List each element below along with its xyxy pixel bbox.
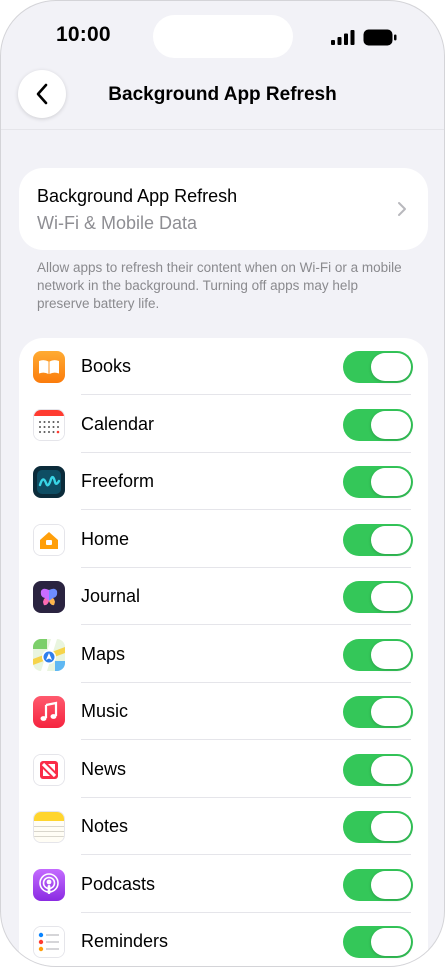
app-label: Books bbox=[81, 356, 132, 376]
setting-value: Wi-Fi & Mobile Data bbox=[37, 213, 198, 233]
app-label: Home bbox=[81, 528, 130, 549]
toggle-knob bbox=[371, 813, 411, 841]
podcasts-app-icon bbox=[33, 868, 65, 901]
journal-toggle[interactable] bbox=[343, 581, 413, 613]
home-toggle[interactable] bbox=[343, 523, 413, 556]
list-item: Music bbox=[19, 683, 428, 740]
list-item: Reminders bbox=[19, 913, 428, 966]
books-app-icon bbox=[33, 351, 65, 383]
podcasts-toggle[interactable] bbox=[343, 868, 413, 901]
freeform-app-icon bbox=[33, 466, 65, 498]
app-label: Reminders bbox=[81, 931, 169, 951]
dynamic-island bbox=[153, 15, 293, 58]
chevron-right-icon bbox=[398, 202, 406, 216]
list-item: Maps bbox=[19, 626, 428, 683]
notes-toggle[interactable] bbox=[343, 811, 413, 843]
list-item: Calendar bbox=[19, 396, 428, 453]
toggle-knob bbox=[371, 353, 411, 381]
page-title: Background App Refresh bbox=[108, 84, 337, 105]
background-app-refresh-setting[interactable]: Background App Refresh Wi-Fi & Mobile Da… bbox=[19, 168, 428, 250]
music-toggle[interactable] bbox=[343, 696, 413, 728]
list-item: Notes bbox=[19, 798, 428, 855]
list-item: Podcasts bbox=[19, 856, 428, 913]
reminders-app-icon bbox=[33, 926, 65, 958]
toggle-knob bbox=[371, 928, 411, 956]
home-app-icon bbox=[33, 523, 65, 556]
news-toggle[interactable] bbox=[343, 753, 413, 786]
setting-footnote: Allow apps to refresh their content when… bbox=[37, 260, 402, 311]
toggle-knob bbox=[371, 640, 411, 669]
books-toggle[interactable] bbox=[343, 351, 413, 383]
navigation-bar: Background App Refresh bbox=[1, 65, 444, 130]
list-item: Journal bbox=[19, 568, 428, 625]
app-label: Journal bbox=[81, 586, 141, 606]
toggle-knob bbox=[371, 525, 411, 554]
toggle-knob bbox=[371, 410, 411, 439]
toggle-knob bbox=[371, 698, 411, 726]
setting-title: Background App Refresh bbox=[37, 186, 238, 206]
app-label: Podcasts bbox=[81, 873, 156, 894]
music-app-icon bbox=[33, 696, 65, 728]
app-label: Maps bbox=[81, 643, 126, 664]
calendar-app-icon bbox=[33, 408, 65, 441]
list-item: Freeform bbox=[19, 453, 428, 510]
reminders-toggle[interactable] bbox=[343, 926, 413, 958]
toggle-knob bbox=[371, 583, 411, 611]
app-list: Books Calendar Freeform Home Journal Map… bbox=[19, 338, 428, 966]
app-label: Freeform bbox=[81, 471, 155, 491]
notes-app-icon bbox=[33, 811, 65, 843]
list-item: Home bbox=[19, 511, 428, 568]
toggle-knob bbox=[371, 468, 411, 496]
journal-app-icon bbox=[33, 581, 65, 613]
status-bar: 10:00 bbox=[1, 1, 444, 71]
status-time: 10:00 bbox=[56, 23, 111, 46]
cellular-signal-icon bbox=[331, 30, 355, 45]
news-app-icon bbox=[33, 753, 65, 786]
list-item: Books bbox=[19, 338, 428, 395]
app-label: Calendar bbox=[81, 413, 155, 434]
toggle-knob bbox=[371, 755, 411, 784]
maps-app-icon bbox=[33, 638, 65, 671]
freeform-toggle[interactable] bbox=[343, 466, 413, 498]
app-label: Music bbox=[81, 701, 129, 721]
toggle-knob bbox=[371, 870, 411, 899]
phone-screen: 10:00 Background App Refresh Background … bbox=[0, 0, 445, 967]
app-label: Notes bbox=[81, 816, 129, 836]
battery-icon bbox=[363, 29, 397, 46]
maps-toggle[interactable] bbox=[343, 638, 413, 671]
calendar-toggle[interactable] bbox=[343, 408, 413, 441]
app-label: News bbox=[81, 758, 127, 779]
list-item: News bbox=[19, 741, 428, 798]
